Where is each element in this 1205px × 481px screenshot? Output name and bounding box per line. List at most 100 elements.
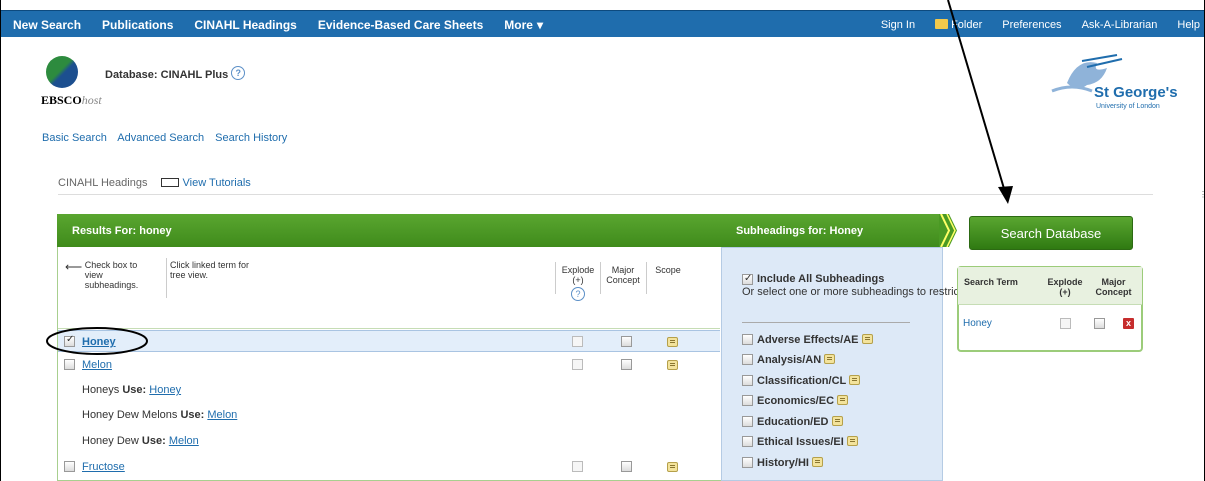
pointer-arrow-head xyxy=(998,186,1013,204)
subheading-checkbox[interactable] xyxy=(742,416,753,427)
subheading-checkbox[interactable] xyxy=(742,457,753,468)
divider xyxy=(555,262,556,294)
table-row: Fructose xyxy=(58,456,720,478)
ebsco-logo-text: EBSCOhost xyxy=(41,93,102,108)
scope-note-icon[interactable] xyxy=(837,395,849,405)
tutorial-icon xyxy=(160,178,179,187)
explode-checkbox[interactable] xyxy=(572,359,583,370)
results-header: Results For: honey xyxy=(57,214,723,247)
include-all-checkbox[interactable] xyxy=(742,272,753,285)
nav-more[interactable]: More ▾ xyxy=(504,18,543,32)
subheading-label: Education/ED xyxy=(757,416,829,428)
subheading-item[interactable]: Analysis/AN xyxy=(742,354,836,366)
nav-preferences[interactable]: Preferences xyxy=(1002,19,1061,31)
advanced-search-link[interactable]: Advanced Search xyxy=(117,132,204,144)
col-explode: Explode (+) xyxy=(1047,277,1083,297)
top-nav-bar: New Search Publications CINAHL Headings … xyxy=(1,10,1204,37)
basic-search-link[interactable]: Basic Search xyxy=(42,132,107,144)
scope-note-icon[interactable] xyxy=(667,360,678,370)
include-all-help: Or select one or more subheadings to res… xyxy=(742,286,1023,298)
subheadings-header: Subheadings for: Honey xyxy=(721,214,941,247)
include-all-label: Include All Subheadings xyxy=(757,273,885,285)
subheading-item[interactable]: Economics/EC xyxy=(742,395,849,407)
scope-note-icon[interactable] xyxy=(824,354,836,364)
subheading-label: Adverse Effects/AE xyxy=(757,334,859,346)
subheading-item[interactable]: Education/ED xyxy=(742,416,843,428)
col-scope: Scope xyxy=(655,265,681,275)
table-row: Honey Dew Use: Melon xyxy=(58,430,720,452)
table-row: Honey xyxy=(58,330,720,352)
major-concept-checkbox[interactable] xyxy=(1094,318,1105,329)
nav-folder-label: Folder xyxy=(951,18,983,31)
use-link[interactable]: Melon xyxy=(207,409,237,421)
screenshot-frame: New Search Publications CINAHL Headings … xyxy=(0,0,1205,481)
subheading-label: Ethical Issues/EI xyxy=(757,436,844,448)
nav-new-search[interactable]: New Search xyxy=(13,18,81,32)
scrollbar-handle[interactable]: ⋮ xyxy=(1199,190,1204,199)
scope-note-icon[interactable] xyxy=(667,462,678,472)
entry-term: Honey Dew Melons xyxy=(82,409,178,421)
nav-cinahl-headings[interactable]: CINAHL Headings xyxy=(194,18,296,32)
subheading-checkbox[interactable] xyxy=(742,354,753,365)
remove-term-icon[interactable]: x xyxy=(1123,318,1134,329)
nav-ask-a-librarian[interactable]: Ask-A-Librarian xyxy=(1082,19,1158,31)
subheading-checkbox[interactable] xyxy=(742,375,753,386)
subheading-checkbox[interactable] xyxy=(742,395,753,406)
table-row: Honey Dew Melons Use: Melon xyxy=(58,404,720,426)
subheading-checkbox[interactable] xyxy=(742,334,753,345)
explode-checkbox[interactable] xyxy=(572,336,583,347)
nav-sign-in[interactable]: Sign In xyxy=(881,19,915,31)
use-label: Use: xyxy=(180,409,205,421)
major-concept-checkbox[interactable] xyxy=(621,336,632,347)
institution-subtitle: University of London xyxy=(1096,103,1160,110)
term-link[interactable]: Honey xyxy=(82,336,116,348)
col-search-term: Search Term xyxy=(964,277,1018,287)
ebsco-logo-icon[interactable] xyxy=(46,56,78,88)
nav-help[interactable]: Help xyxy=(1177,19,1200,31)
search-term: Honey xyxy=(963,318,992,329)
use-link[interactable]: Honey xyxy=(149,384,181,396)
help-icon[interactable]: ? xyxy=(571,287,585,301)
fructose-checkbox[interactable] xyxy=(64,461,75,472)
honey-checkbox[interactable] xyxy=(64,334,75,347)
table-row: Honeys Use: Honey xyxy=(58,379,720,401)
scope-note-icon[interactable] xyxy=(849,375,861,385)
instruction-left-text: Check box to view subheadings. xyxy=(84,260,139,290)
breadcrumb-current: CINAHL Headings xyxy=(58,177,148,189)
use-link[interactable]: Melon xyxy=(169,435,199,447)
divider xyxy=(58,194,1153,195)
nav-publications[interactable]: Publications xyxy=(102,18,173,32)
scope-note-icon[interactable] xyxy=(831,416,843,426)
use-reference: Honey Dew Melons Use: Melon xyxy=(82,409,237,421)
nav-folder[interactable]: Folder xyxy=(935,18,983,31)
help-icon[interactable]: ? xyxy=(231,66,246,80)
search-history-link[interactable]: Search History xyxy=(215,132,287,144)
divider xyxy=(166,258,167,298)
subheading-item[interactable]: History/HI xyxy=(742,457,823,469)
subheading-item[interactable]: Classification/CL xyxy=(742,375,861,387)
scope-note-icon[interactable] xyxy=(667,337,678,347)
major-concept-checkbox[interactable] xyxy=(621,461,632,472)
subheading-checkbox[interactable] xyxy=(742,436,753,447)
scope-note-icon[interactable] xyxy=(861,334,873,344)
search-database-button[interactable]: Search Database xyxy=(969,216,1133,250)
scope-note-icon[interactable] xyxy=(811,457,823,467)
subheading-label: History/HI xyxy=(757,457,809,469)
subheading-item[interactable]: Ethical Issues/EI xyxy=(742,436,858,448)
col-major-concept: Major Concept xyxy=(1095,277,1132,297)
nav-evidence-based-care-sheets[interactable]: Evidence-Based Care Sheets xyxy=(318,18,483,32)
subheading-item[interactable]: Adverse Effects/AE xyxy=(742,334,873,346)
view-tutorials-link[interactable]: View Tutorials xyxy=(160,177,251,189)
major-concept-checkbox[interactable] xyxy=(621,359,632,370)
melon-checkbox[interactable] xyxy=(64,359,75,370)
explode-checkbox[interactable] xyxy=(1060,318,1071,329)
term-link[interactable]: Fructose xyxy=(82,461,125,473)
search-terms-header: Search Term Explode (+) Major Concept xyxy=(958,267,1142,304)
scope-note-icon[interactable] xyxy=(846,436,858,446)
subheading-label: Economics/EC xyxy=(757,395,835,407)
database-label-text[interactable]: Database: CINAHL Plus xyxy=(105,69,228,81)
explode-checkbox[interactable] xyxy=(572,461,583,472)
view-tutorials-label: View Tutorials xyxy=(182,177,251,189)
col-major-concept: Major Concept xyxy=(606,265,640,285)
term-link[interactable]: Melon xyxy=(82,359,112,371)
